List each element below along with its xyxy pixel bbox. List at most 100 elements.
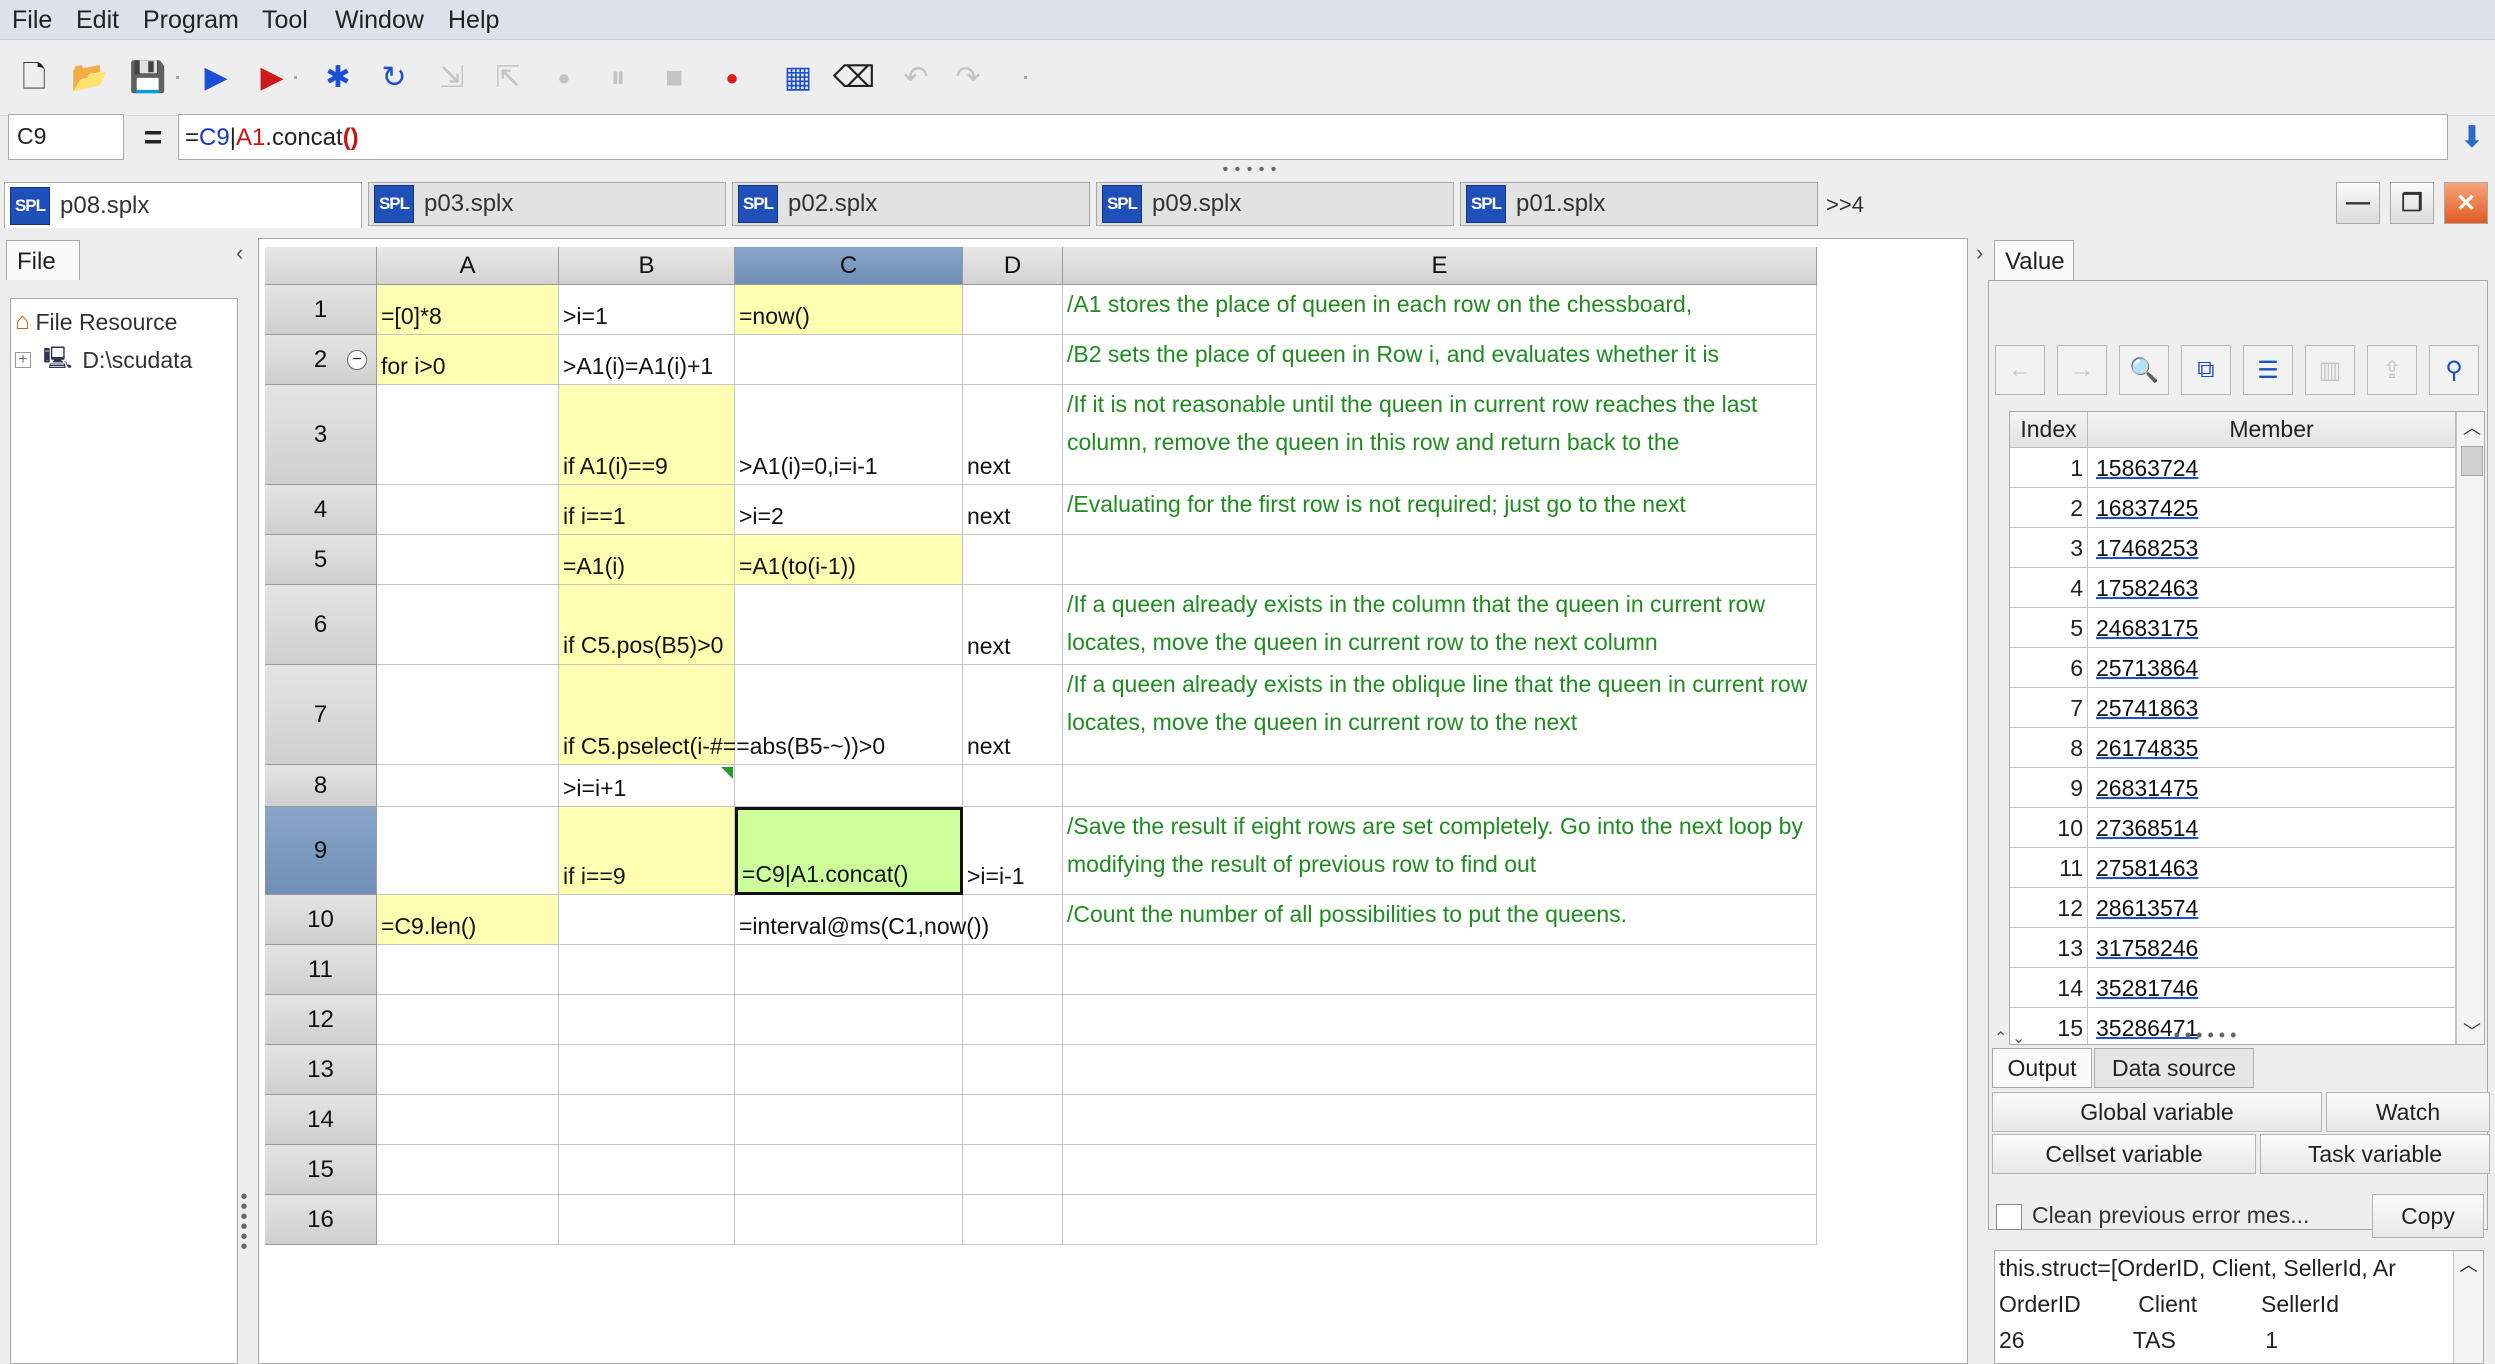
cell-c10[interactable]: =interval@ms(C1,now())	[735, 895, 989, 945]
cell-b6[interactable]: if C5.pos(B5)>0	[559, 585, 735, 665]
row-header-5[interactable]: 5	[265, 535, 377, 585]
list-view-icon[interactable]: ☰	[2243, 345, 2293, 395]
cell-d8[interactable]	[963, 765, 1063, 807]
cell-e9[interactable]: /Save the result if eight rows are set c…	[1063, 807, 1817, 895]
cell-b2[interactable]: >A1(i)=A1(i)+1	[559, 335, 735, 385]
row-header-8[interactable]: 8	[265, 765, 377, 807]
value-row-index[interactable]: 13	[2010, 928, 2088, 968]
calculator-icon[interactable]: ▦	[778, 58, 818, 98]
step-over-icon[interactable]: ↻	[374, 58, 414, 98]
value-row-index[interactable]: 6	[2010, 648, 2088, 688]
chart-icon[interactable]: ▥	[2305, 345, 2355, 395]
row-header-7[interactable]: 7	[265, 665, 377, 765]
menu-tool[interactable]: Tool	[262, 6, 308, 35]
value-member-link[interactable]: 26174835	[2096, 735, 2198, 761]
column-header-index[interactable]: Index	[2010, 412, 2088, 448]
value-row-member[interactable]: 25713864	[2088, 648, 2456, 688]
row-header-10[interactable]: 10	[265, 895, 377, 945]
grid-corner[interactable]	[265, 247, 377, 285]
cell-c8[interactable]	[735, 765, 963, 807]
restore-icon[interactable]: ❐	[2390, 182, 2434, 224]
cell-a14[interactable]	[377, 1095, 559, 1145]
collapse-left-icon[interactable]: ‹	[236, 240, 243, 266]
value-member-link[interactable]: 35281746	[2096, 975, 2198, 1001]
cell-b8[interactable]: >i=i+1	[559, 765, 735, 807]
menu-window[interactable]: Window	[335, 6, 424, 35]
preview-icon[interactable]: 🔍	[2119, 345, 2169, 395]
cell-b9[interactable]: if i==9	[559, 807, 735, 895]
cell-b16[interactable]	[559, 1195, 735, 1245]
clear-icon[interactable]: ⌫	[833, 58, 875, 98]
cell-c3[interactable]: >A1(i)=0,i=i-1	[735, 385, 963, 485]
expand-collapse-icon[interactable]: ⌃ ⌄	[1994, 1028, 2025, 1048]
value-row-member[interactable]: 17582463	[2088, 568, 2456, 608]
cell-d5[interactable]	[963, 535, 1063, 585]
cell-c5[interactable]: =A1(to(i-1))	[735, 535, 963, 585]
column-header-a[interactable]: A	[377, 247, 559, 285]
save-icon[interactable]: 💾	[128, 58, 168, 98]
minimize-icon[interactable]: —	[2336, 182, 2380, 224]
cell-d11[interactable]	[963, 945, 1063, 995]
value-member-link[interactable]: 15863724	[2096, 455, 2198, 481]
cell-a1[interactable]: =[0]*8	[377, 285, 559, 335]
value-row-member[interactable]: 25741863	[2088, 688, 2456, 728]
row-header-6[interactable]: 6	[265, 585, 377, 665]
cursor-icon[interactable]: ●	[544, 58, 584, 98]
formula-equals-button[interactable]: =	[132, 116, 174, 158]
cell-e8[interactable]	[1063, 765, 1817, 807]
cell-a10[interactable]: =C9.len()	[377, 895, 559, 945]
row-header-14[interactable]: 14	[265, 1095, 377, 1145]
menu-edit[interactable]: Edit	[76, 6, 119, 35]
column-header-e[interactable]: E	[1063, 247, 1817, 285]
value-row-index[interactable]: 7	[2010, 688, 2088, 728]
redo-icon[interactable]: ↷	[948, 58, 988, 98]
breakpoint-icon[interactable]: ●	[712, 58, 752, 98]
cell-e15[interactable]	[1063, 1145, 1817, 1195]
cell-e1[interactable]: /A1 stores the place of queen in each ro…	[1063, 285, 1817, 335]
value-row-member[interactable]: 17468253	[2088, 528, 2456, 568]
value-member-link[interactable]: 25713864	[2096, 655, 2198, 681]
cellset-variable-button[interactable]: Cellset variable	[1992, 1134, 2256, 1174]
scroll-up-icon[interactable]: ︿	[2457, 412, 2484, 442]
cell-e7[interactable]: /If a queen already exists in the obliqu…	[1063, 665, 1817, 765]
cell-c14[interactable]	[735, 1095, 963, 1145]
cell-c7[interactable]	[735, 665, 963, 765]
cell-d13[interactable]	[963, 1045, 1063, 1095]
cell-e2[interactable]: /B2 sets the place of queen in Row i, an…	[1063, 335, 1817, 385]
expand-formula-icon[interactable]: ⬇	[2456, 120, 2488, 156]
value-row-member[interactable]: 26174835	[2088, 728, 2456, 768]
clean-errors-checkbox[interactable]	[1996, 1204, 2022, 1230]
run-icon[interactable]: ▶	[196, 58, 236, 98]
cell-d2[interactable]	[963, 335, 1063, 385]
cell-a6[interactable]	[377, 585, 559, 665]
column-header-member[interactable]: Member	[2088, 412, 2456, 448]
cell-c12[interactable]	[735, 995, 963, 1045]
value-member-link[interactable]: 27581463	[2096, 855, 2198, 881]
menu-file[interactable]: File	[12, 6, 52, 35]
value-row-member[interactable]: 35286471	[2088, 1008, 2456, 1044]
cell-e16[interactable]	[1063, 1195, 1817, 1245]
value-row-index[interactable]: 10	[2010, 808, 2088, 848]
value-row-member[interactable]: 31758246	[2088, 928, 2456, 968]
tree-item-file-resource[interactable]: ⌂ File Resource	[15, 305, 177, 339]
cell-d1[interactable]	[963, 285, 1063, 335]
value-row-member[interactable]: 35281746	[2088, 968, 2456, 1008]
stop-icon[interactable]: ■	[654, 58, 694, 98]
forward-icon[interactable]: →	[2057, 345, 2107, 395]
bottom-splitter-grip[interactable]: • • • • • •	[2170, 1026, 2240, 1044]
export-icon[interactable]: ⇪	[2367, 345, 2417, 395]
cell-a5[interactable]	[377, 535, 559, 585]
copy-button[interactable]: Copy	[2372, 1194, 2484, 1238]
cell-b4[interactable]: if i==1	[559, 485, 735, 535]
row-header-12[interactable]: 12	[265, 995, 377, 1045]
copy-value-icon[interactable]: ⧉	[2181, 345, 2231, 395]
value-row-member[interactable]: 27368514	[2088, 808, 2456, 848]
cell-c15[interactable]	[735, 1145, 963, 1195]
global-variable-button[interactable]: Global variable	[1992, 1092, 2322, 1132]
value-row-member[interactable]: 26831475	[2088, 768, 2456, 808]
value-member-link[interactable]: 31758246	[2096, 935, 2198, 961]
cell-a12[interactable]	[377, 995, 559, 1045]
cell-b13[interactable]	[559, 1045, 735, 1095]
column-header-d[interactable]: D	[963, 247, 1063, 285]
pin-icon[interactable]: ⚲	[2429, 345, 2479, 395]
